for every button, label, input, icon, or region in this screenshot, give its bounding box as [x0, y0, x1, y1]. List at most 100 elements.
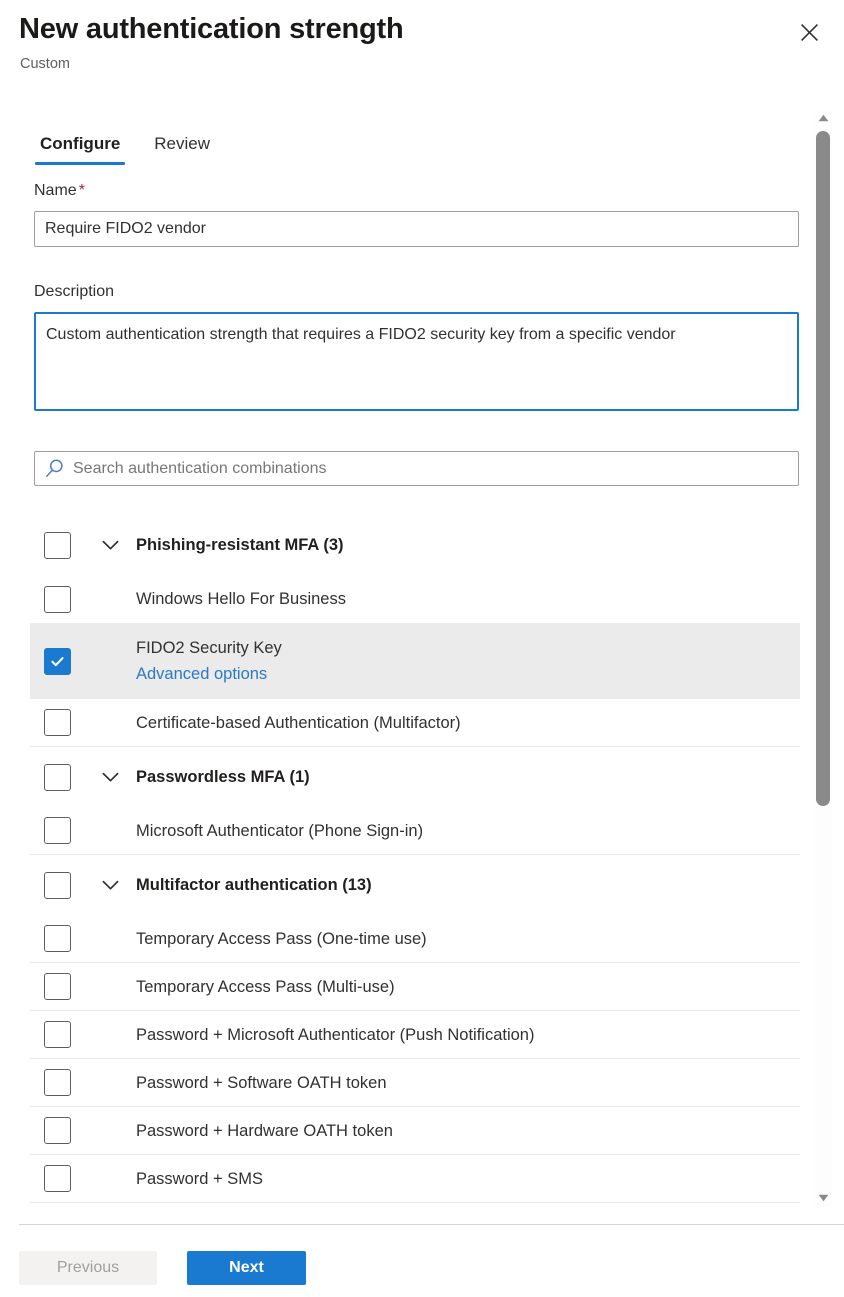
next-button[interactable]: Next: [187, 1251, 306, 1285]
checkbox-unchecked[interactable]: [43, 709, 71, 736]
checkbox-unchecked[interactable]: [43, 763, 71, 791]
row-text: Microsoft Authenticator (Phone Sign-in): [136, 807, 800, 854]
checkbox-cell: [30, 1107, 84, 1154]
scroll-down-arrow-icon[interactable]: [814, 1190, 832, 1206]
panel-header: New authentication strength Custom: [0, 0, 844, 100]
row-text: Phishing-resistant MFA (3): [136, 515, 800, 575]
checkbox-cell: [30, 807, 84, 854]
chevron-spacer: [84, 963, 136, 1010]
checkbox-cell: [30, 699, 84, 746]
checkbox-unchecked[interactable]: [43, 925, 71, 952]
item-label: Password + Hardware OATH token: [136, 1121, 393, 1140]
row-text: Temporary Access Pass (One-time use): [136, 915, 800, 962]
list-group-row[interactable]: Multifactor authentication (13): [30, 855, 800, 915]
checkbox-cell: [30, 915, 84, 962]
chevron-spacer: [84, 807, 136, 854]
tab-configure[interactable]: Configure: [34, 132, 126, 168]
name-input[interactable]: [34, 211, 799, 247]
chevron-down-icon[interactable]: [84, 855, 136, 915]
row-text: Multifactor authentication (13): [136, 855, 800, 915]
new-authentication-strength-panel: New authentication strength Custom Confi…: [0, 0, 844, 1297]
item-label: Temporary Access Pass (Multi-use): [136, 977, 395, 996]
name-label-text: Name: [34, 182, 77, 199]
item-label: Password + Microsoft Authenticator (Push…: [136, 1025, 535, 1044]
chevron-spacer: [84, 575, 136, 623]
name-label: Name *: [34, 180, 806, 202]
previous-button[interactable]: Previous: [19, 1251, 157, 1285]
row-text: Certificate-based Authentication (Multif…: [136, 699, 800, 746]
group-label: Phishing-resistant MFA (3): [136, 536, 344, 554]
row-text: Passwordless MFA (1): [136, 747, 800, 807]
scroll-up-arrow-icon[interactable]: [814, 110, 832, 126]
checkbox-unchecked[interactable]: [43, 531, 71, 559]
row-text: Password + Microsoft Authenticator (Push…: [136, 1011, 800, 1058]
close-button[interactable]: [788, 11, 830, 53]
list-item-row[interactable]: Password + SMS: [30, 1155, 800, 1203]
list-group-row[interactable]: Passwordless MFA (1): [30, 747, 800, 807]
item-label: Microsoft Authenticator (Phone Sign-in): [136, 821, 424, 840]
checkbox-unchecked[interactable]: [43, 1117, 71, 1144]
tab-list: Configure Review: [34, 132, 238, 168]
checkbox-unchecked[interactable]: [43, 871, 71, 899]
chevron-spacer: [84, 1155, 136, 1202]
checkbox-cell: [30, 747, 84, 807]
form-area: Name* Description: [0, 180, 806, 411]
scrollbar-thumb[interactable]: [816, 131, 830, 806]
authentication-combinations-list: Phishing-resistant MFA (3) Windows Hello …: [30, 515, 800, 1203]
list-item-row[interactable]: Windows Hello For Business: [30, 575, 800, 623]
item-label: Password + Software OATH token: [136, 1073, 387, 1092]
row-text: FIDO2 Security Key Advanced options: [136, 623, 800, 699]
checkbox-checked[interactable]: [43, 647, 71, 675]
checkbox-cell: [30, 1059, 84, 1106]
description-field-group: Description: [0, 281, 806, 411]
checkbox-cell: [30, 855, 84, 915]
chevron-spacer: [84, 915, 136, 962]
list-item-row[interactable]: Temporary Access Pass (One-time use): [30, 915, 800, 963]
tab-review[interactable]: Review: [148, 132, 216, 168]
chevron-spacer: [84, 623, 136, 699]
checkbox-unchecked[interactable]: [43, 973, 71, 1000]
checkbox-unchecked[interactable]: [43, 1069, 71, 1096]
list-item-row[interactable]: FIDO2 Security Key Advanced options: [30, 623, 800, 699]
chevron-down-icon[interactable]: [84, 747, 136, 807]
list-item-row[interactable]: Password + Software OATH token: [30, 1059, 800, 1107]
row-text: Password + SMS: [136, 1155, 800, 1202]
chevron-down-icon[interactable]: [84, 515, 136, 575]
row-text: Temporary Access Pass (Multi-use): [136, 963, 800, 1010]
panel-footer: Previous Next: [19, 1251, 306, 1285]
group-label: Multifactor authentication (13): [136, 876, 372, 894]
list-item-row[interactable]: Certificate-based Authentication (Multif…: [30, 699, 800, 747]
checkbox-unchecked[interactable]: [43, 1165, 71, 1192]
item-label: FIDO2 Security Key: [136, 639, 282, 657]
page-title: New authentication strength: [19, 13, 404, 45]
list-item-row[interactable]: Microsoft Authenticator (Phone Sign-in): [30, 807, 800, 855]
footer-divider: [19, 1224, 844, 1225]
row-text: Password + Software OATH token: [136, 1059, 800, 1106]
checkbox-unchecked[interactable]: [43, 817, 71, 844]
close-icon: [800, 23, 819, 42]
group-label: Passwordless MFA (1): [136, 768, 310, 786]
chevron-spacer: [84, 1011, 136, 1058]
chevron-spacer: [84, 1107, 136, 1154]
search-box[interactable]: [34, 451, 799, 486]
page-subtitle: Custom: [20, 56, 70, 72]
search-input[interactable]: [73, 452, 798, 485]
advanced-options-link[interactable]: Advanced options: [136, 661, 267, 687]
chevron-spacer: [84, 699, 136, 746]
list-group-row[interactable]: Phishing-resistant MFA (3): [30, 515, 800, 575]
list-item-row[interactable]: Temporary Access Pass (Multi-use): [30, 963, 800, 1011]
item-label: Windows Hello For Business: [136, 590, 346, 608]
checkbox-unchecked[interactable]: [43, 1021, 71, 1048]
list-item-row[interactable]: Password + Hardware OATH token: [30, 1107, 800, 1155]
checkbox-cell: [30, 1155, 84, 1202]
scrollbar[interactable]: [814, 110, 832, 1206]
checkbox-cell: [30, 515, 84, 575]
description-input[interactable]: [34, 312, 799, 411]
row-text: Password + Hardware OATH token: [136, 1107, 800, 1154]
row-text: Windows Hello For Business: [136, 575, 800, 623]
checkbox-unchecked[interactable]: [43, 585, 71, 613]
list-item-row[interactable]: Password + Microsoft Authenticator (Push…: [30, 1011, 800, 1059]
item-label: Temporary Access Pass (One-time use): [136, 929, 427, 948]
checkbox-cell: [30, 575, 84, 623]
required-asterisk: *: [78, 182, 85, 199]
